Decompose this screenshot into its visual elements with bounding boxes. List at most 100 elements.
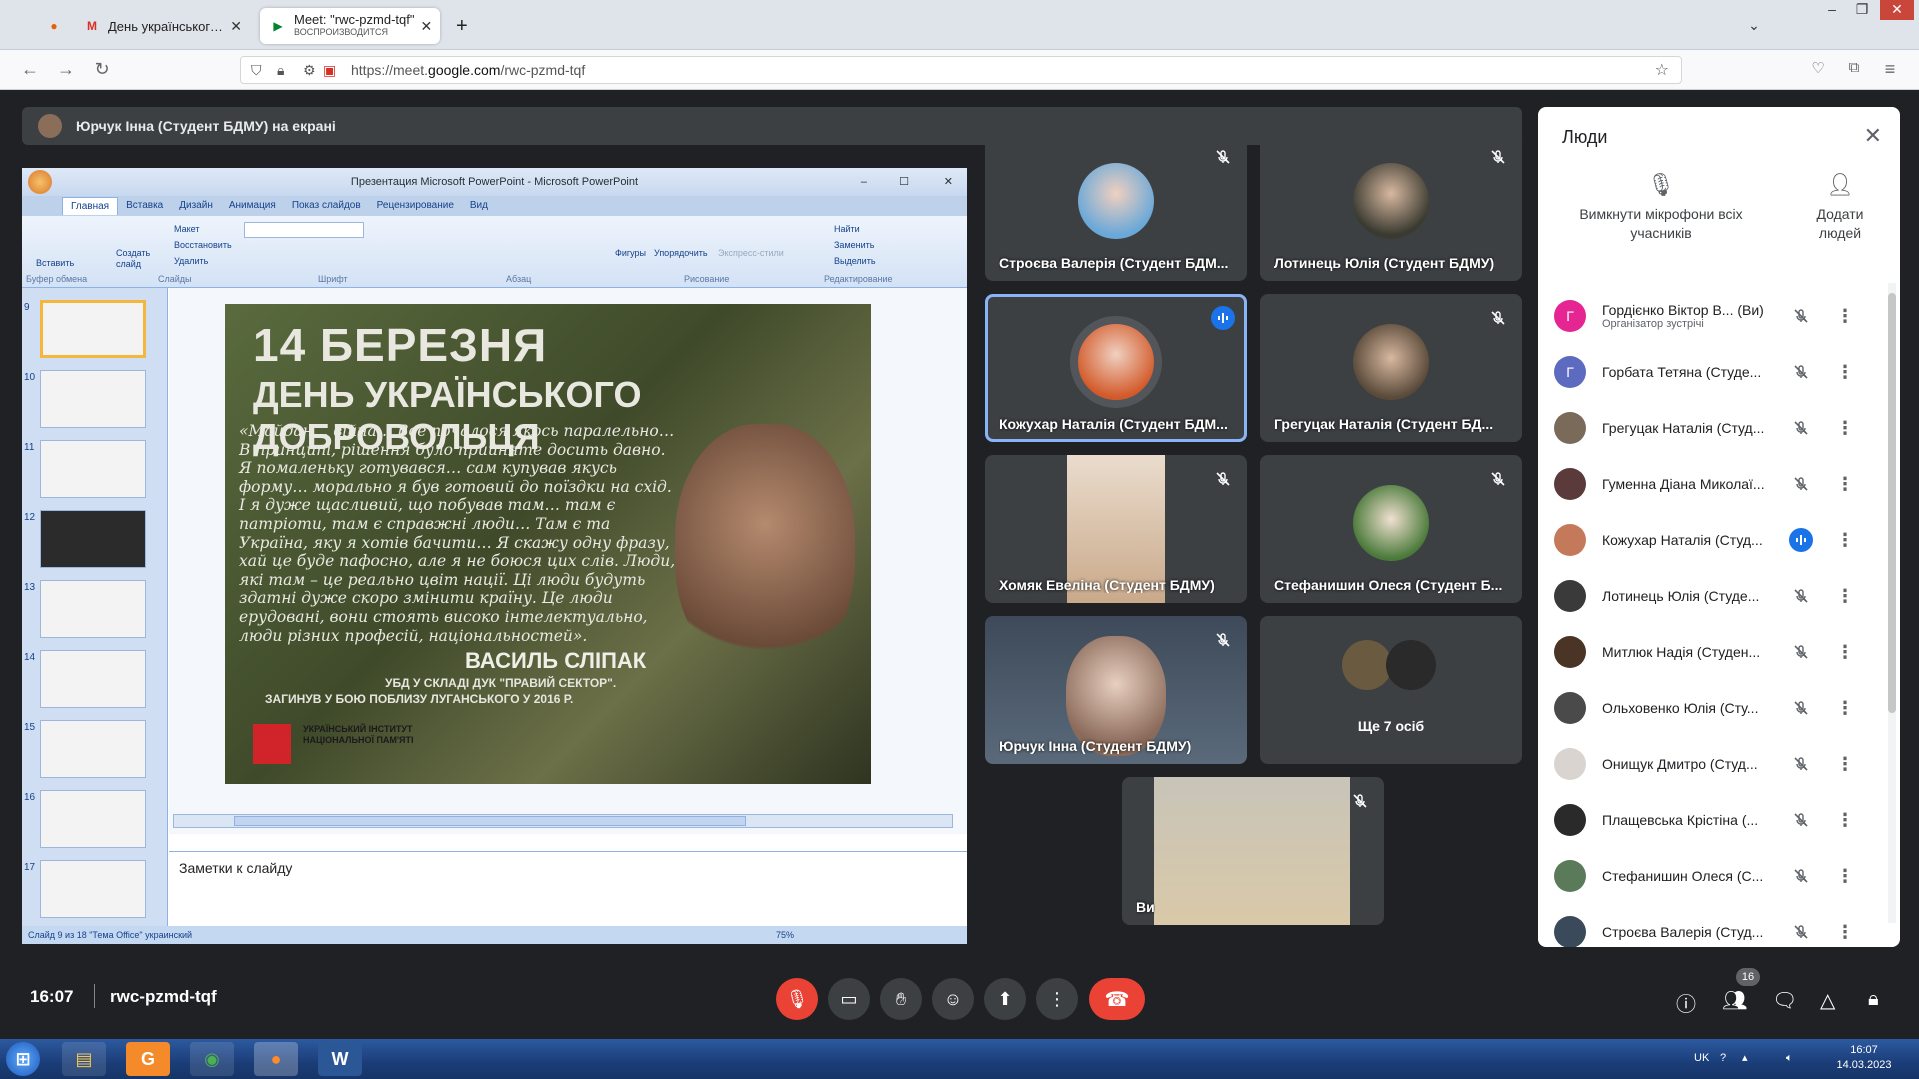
participant-row[interactable]: Гуменна Діана Миколаї... ⋮ [1554,461,1874,507]
firefox-taskbar-icon[interactable]: ● [254,1042,298,1076]
chrome-icon[interactable]: ◉ [190,1042,234,1076]
mic-off-icon[interactable] [1788,863,1814,889]
url-bar[interactable]: ⛉ 🔒︎ ⚙ ▣ https://meet.google.com/rwc-pzm… [240,56,1682,84]
reload-icon[interactable]: ↻ [90,59,114,80]
activities-icon[interactable]: △ [1820,988,1835,1013]
more-vert-icon[interactable]: ⋮ [1836,474,1854,495]
self-tile[interactable]: Ви [1122,777,1384,925]
participant-row[interactable]: Онищук Дмитро (Студ... ⋮ [1554,741,1874,787]
tab-list-chevron-icon[interactable]: ⌄ [1740,16,1768,36]
mic-off-icon[interactable] [1788,639,1814,665]
participant-avatar [1386,640,1436,690]
more-vert-icon[interactable]: ⋮ [1836,754,1854,775]
mic-off-icon[interactable] [1788,919,1814,945]
participant-tile[interactable]: Грегуцак Наталія (Студент БД... [1260,294,1522,442]
info-icon[interactable]: ⓘ [1676,988,1696,1017]
menu-hamburger-icon[interactable]: ≡ [1878,59,1902,80]
mic-off-icon[interactable] [1788,303,1814,329]
minimize-window-icon[interactable]: – [1818,0,1846,20]
forward-arrow-icon[interactable]: → [54,59,78,80]
raise-hand-button[interactable]: ✋︎ [880,978,922,1020]
mute-all-button[interactable]: 🎙︎ Вимкнути мікрофони всіх учасників [1566,174,1756,243]
more-vert-icon[interactable]: ⋮ [1836,866,1854,887]
participant-tile[interactable]: Строєва Валерія (Студент БДМ... [985,133,1247,281]
start-button[interactable]: ⊞ [6,1042,40,1076]
more-vert-icon: ⋮ [1048,988,1066,1009]
close-tab-icon[interactable]: ✕ [414,18,432,35]
host-controls-icon[interactable]: 🔒︎ [1868,988,1879,1011]
mic-off-icon[interactable] [1788,359,1814,385]
participant-tile-speaking[interactable]: Кожухар Наталія (Студент БДМ... [985,294,1247,442]
mic-off-icon[interactable] [1788,471,1814,497]
extensions-icon[interactable]: ⧉ [1842,59,1866,76]
people-scrollbar[interactable] [1888,283,1896,923]
participant-tile[interactable]: Хомяк Евеліна (Студент БДМУ) [985,455,1247,603]
leave-call-button[interactable]: ☎ [1089,978,1145,1020]
speaking-indicator-icon[interactable] [1788,527,1814,553]
new-tab-button[interactable]: + [446,8,476,44]
explorer-icon[interactable]: ▤ [62,1042,106,1076]
participant-row[interactable]: Кожухар Наталія (Студ... ⋮ [1554,517,1874,563]
reactions-button[interactable]: ☺ [932,978,974,1020]
firefox-menu-tab[interactable]: ● [36,8,66,44]
participant-row[interactable]: Лотинець Юлія (Студе... ⋮ [1554,573,1874,619]
participant-row[interactable]: Строєва Валерія (Студ... ⋮ [1554,909,1874,947]
camera-toggle-button[interactable]: ▭ [828,978,870,1020]
mic-off-icon[interactable] [1788,751,1814,777]
more-vert-icon[interactable]: ⋮ [1836,530,1854,551]
more-vert-icon[interactable]: ⋮ [1836,810,1854,831]
participant-row[interactable]: Стефанишин Олеся (С... ⋮ [1554,853,1874,899]
more-vert-icon[interactable]: ⋮ [1836,698,1854,719]
mic-off-icon[interactable] [1788,695,1814,721]
shield-icon[interactable]: ⛉ [251,62,262,79]
volume-icon[interactable]: 🔈︎ [1786,1051,1793,1066]
participant-row[interactable]: Митлюк Надія (Студен... ⋮ [1554,629,1874,675]
more-vert-icon[interactable]: ⋮ [1836,306,1854,327]
participant-row[interactable]: Ольховенко Юлія (Сту... ⋮ [1554,685,1874,731]
close-tab-icon[interactable]: ✕ [224,18,242,35]
participant-tile[interactable]: Лотинець Юлія (Студент БДМУ) [1260,133,1522,281]
more-vert-icon[interactable]: ⋮ [1836,418,1854,439]
tab-meet[interactable]: ▶ Meet: "rwc-pzmd-tqf" ВОСПРОИЗВОДИТСЯ ✕ [260,8,440,44]
mic-off-icon [1486,306,1510,330]
bookmark-star-icon[interactable]: ☆ [1655,60,1669,80]
mic-off-icon[interactable] [1788,583,1814,609]
more-options-button[interactable]: ⋮ [1036,978,1078,1020]
pocket-icon[interactable]: ♡ [1806,59,1830,77]
more-vert-icon[interactable]: ⋮ [1836,586,1854,607]
more-participants-tile[interactable]: Ще 7 осіб [1260,616,1522,764]
help-icon[interactable]: ? [1720,1051,1726,1066]
mic-off-icon[interactable] [1788,807,1814,833]
tray-arrow-icon[interactable]: ▴ [1742,1051,1748,1066]
mic-off-icon [1211,467,1235,491]
camera-sharing-icon[interactable]: ▣ [323,62,336,79]
participant-row[interactable]: Грегуцак Наталія (Студ... ⋮ [1554,405,1874,451]
more-vert-icon[interactable]: ⋮ [1836,922,1854,943]
people-icon[interactable]: 👥︎ [1722,988,1747,1013]
participant-tile[interactable]: Стефанишин Олеся (Студент Б... [1260,455,1522,603]
participant-row[interactable]: Г Горбата Тетяна (Студе... ⋮ [1554,349,1874,395]
more-vert-icon[interactable]: ⋮ [1836,642,1854,663]
mic-toggle-button[interactable]: 🎙︎ [776,978,818,1020]
present-button[interactable]: ⬆ [984,978,1026,1020]
participant-row[interactable]: Плащевська Крістіна (... ⋮ [1554,797,1874,843]
participant-avatar [1554,916,1586,947]
word-icon[interactable]: W [318,1042,362,1076]
tray-clock[interactable]: 16:07 14.03.2023 [1824,1043,1904,1073]
keyboard-language[interactable]: UK [1694,1051,1709,1066]
lock-icon[interactable]: 🔒︎ [277,62,284,79]
mic-off-icon[interactable] [1788,415,1814,441]
permissions-icon[interactable]: ⚙ [303,62,316,79]
participant-tile[interactable]: Юрчук Інна (Студент БДМУ) [985,616,1247,764]
slide-date: 14 БЕРЕЗНЯ [253,319,548,371]
participant-row[interactable]: Г Гордієнко Віктор В... (Ви) Організатор з… [1554,293,1874,339]
pdf-app-icon[interactable]: G [126,1042,170,1076]
chat-icon[interactable]: 🗨︎ [1772,988,1797,1013]
maximize-window-icon[interactable]: ❐ [1848,0,1876,20]
close-window-icon[interactable]: ✕ [1880,0,1914,20]
back-arrow-icon[interactable]: ← [18,59,42,80]
more-vert-icon[interactable]: ⋮ [1836,362,1854,383]
tab-gmail[interactable]: M День українського добровольця ✕ [74,8,252,44]
add-people-button[interactable]: 👤︎ Додати людей [1800,174,1880,243]
close-panel-icon[interactable]: ✕ [1864,123,1882,149]
